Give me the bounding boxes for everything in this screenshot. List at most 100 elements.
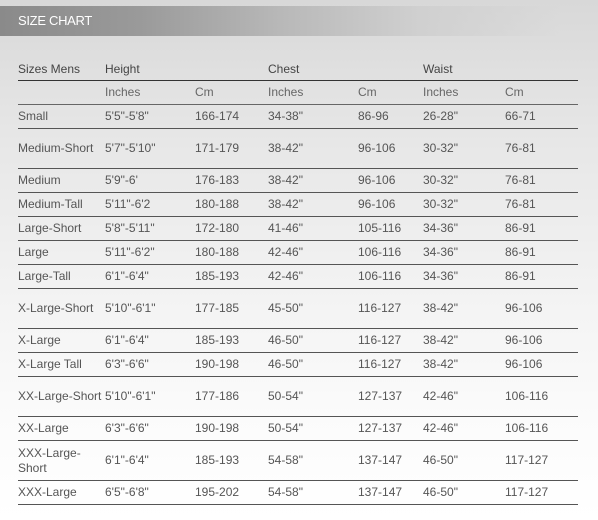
cell-height-cm: 185-193 [195,269,240,283]
cell-chest-cm: 127-137 [358,421,403,435]
cell-size-name: XX-Large [18,421,69,435]
cell-chest-inches: 34-38" [268,109,303,123]
table-row: Large-Tall 6'1"-6'4" 185-193 42-46" 106-116 3… [18,265,578,289]
cell-waist-cm: 117-127 [505,453,549,467]
header-empty [358,58,423,81]
header-chest: Chest [268,61,300,76]
table-row: Large 5'11"-6'2" 180-188 42-46" 106-116 34-36… [18,241,578,265]
table-row: XX-Large-Short 5'10"-6'1" 177-186 50-54" 127… [18,377,578,417]
cell-chest-inches: 50-54" [268,389,303,403]
cell-height-cm: 171-179 [195,141,240,155]
header-empty [195,58,268,81]
subheader-waist-inches: Inches [423,85,459,99]
cell-height-inches: 5'11"-6'2 [105,197,151,211]
header-height: Height [105,61,140,76]
cell-height-cm: 177-185 [195,301,240,315]
cell-waist-cm: 76-81 [505,197,536,211]
cell-height-inches: 6'3"-6'6" [105,421,149,435]
cell-waist-inches: 46-50" [423,453,458,467]
cell-size-name: X-Large Tall [18,357,82,371]
cell-height-inches: 6'1"-6'4" [105,333,149,347]
cell-waist-cm: 96-106 [505,357,543,371]
size-chart-header: SIZE CHART [0,6,560,36]
cell-height-cm: 185-193 [195,453,240,467]
subheader-chest-cm: Cm [358,85,377,99]
size-chart-table: Sizes Mens Height Chest Waist Inches Cm … [18,58,578,505]
cell-waist-cm: 76-81 [505,141,536,155]
subheader-chest-inches: Inches [268,85,304,99]
cell-size-name: Medium [18,173,61,187]
cell-waist-inches: 30-32" [423,141,458,155]
cell-chest-inches: 38-42" [268,141,303,155]
table-row: XX-Large 6'3"-6'6" 190-198 50-54" 127-137 42-… [18,417,578,441]
cell-height-inches: 6'1"-6'4" [105,453,149,467]
cell-height-cm: 166-174 [195,109,240,123]
table-row: Small 5'5"-5'8" 166-174 34-38" 86-96 26-28" 66… [18,105,578,129]
cell-waist-inches: 26-28" [423,109,458,123]
cell-size-name: X-Large-Short [18,301,94,315]
cell-chest-inches: 46-50" [268,333,303,347]
cell-waist-cm: 86-91 [505,221,536,235]
cell-size-name: Small [18,109,49,123]
cell-height-inches: 5'7"-5'10" [105,141,156,155]
cell-height-cm: 176-183 [195,173,240,187]
subheader-waist-cm: Cm [505,85,524,99]
cell-height-inches: 5'11"-6'2" [105,245,155,259]
table-row: X-Large Tall 6'3"-6'6" 190-198 46-50" 116-12… [18,353,578,377]
cell-height-cm: 172-180 [195,221,240,235]
table-row: Medium 5'9"-6' 176-183 38-42" 96-106 30-32" 76… [18,169,578,193]
cell-chest-cm: 116-127 [358,301,402,315]
cell-waist-inches: 38-42" [423,357,458,371]
cell-chest-inches: 42-46" [268,269,303,283]
cell-waist-cm: 96-106 [505,333,543,347]
cell-waist-cm: 117-127 [505,485,549,499]
cell-size-name: X-Large [18,333,61,347]
cell-chest-inches: 38-42" [268,197,303,211]
unit-header-row: Inches Cm Inches Cm Inches Cm [18,81,578,105]
cell-chest-inches: 46-50" [268,357,303,371]
subheader-height-cm: Cm [195,85,214,99]
cell-waist-inches: 38-42" [423,333,458,347]
cell-chest-cm: 96-106 [358,173,396,187]
cell-chest-inches: 45-50" [268,301,303,315]
cell-size-name: Large-Short [18,221,82,235]
cell-size-name: XXX-Large [18,485,77,499]
cell-chest-cm: 106-116 [358,269,402,283]
cell-height-cm: 180-188 [195,245,240,259]
cell-chest-cm: 105-116 [358,221,402,235]
cell-waist-cm: 96-106 [505,301,543,315]
cell-waist-cm: 76-81 [505,173,536,187]
cell-chest-inches: 54-58" [268,453,303,467]
cell-height-inches: 5'5"-5'8" [105,109,149,123]
cell-waist-inches: 46-50" [423,485,458,499]
cell-chest-cm: 96-106 [358,141,396,155]
cell-waist-cm: 66-71 [505,109,536,123]
cell-waist-inches: 42-46" [423,389,458,403]
cell-height-inches: 5'10"-6'1" [105,301,156,315]
cell-chest-inches: 54-58" [268,485,303,499]
cell-chest-cm: 116-127 [358,333,402,347]
cell-chest-cm: 96-106 [358,197,396,211]
cell-size-name: Medium-Tall [18,197,83,211]
cell-height-cm: 190-198 [195,421,240,435]
cell-height-inches: 6'5"-6'8" [105,485,149,499]
cell-chest-cm: 106-116 [358,245,402,259]
table-row: Medium-Tall 5'11"-6'2 180-188 38-42" 96-106 3… [18,193,578,217]
cell-height-cm: 195-202 [195,485,240,499]
cell-height-cm: 185-193 [195,333,240,347]
cell-chest-cm: 116-127 [358,357,402,371]
cell-chest-cm: 137-147 [358,453,403,467]
cell-waist-inches: 34-36" [423,269,458,283]
header-empty [505,58,578,81]
cell-chest-inches: 38-42" [268,173,303,187]
cell-height-inches: 5'8"-5'11" [105,221,155,235]
cell-size-name: XXX-Large-Short [18,445,81,475]
cell-height-cm: 180-188 [195,197,240,211]
subheader-empty [18,81,105,105]
cell-height-cm: 177-186 [195,389,240,403]
group-header-row: Sizes Mens Height Chest Waist [18,58,578,81]
header-sizes-mens: Sizes Mens [18,61,81,76]
cell-size-name: XX-Large-Short [18,389,102,403]
table-row: XXX-Large-Short 6'1"-6'4" 185-193 54-58" 137… [18,441,578,481]
cell-waist-cm: 86-91 [505,269,536,283]
